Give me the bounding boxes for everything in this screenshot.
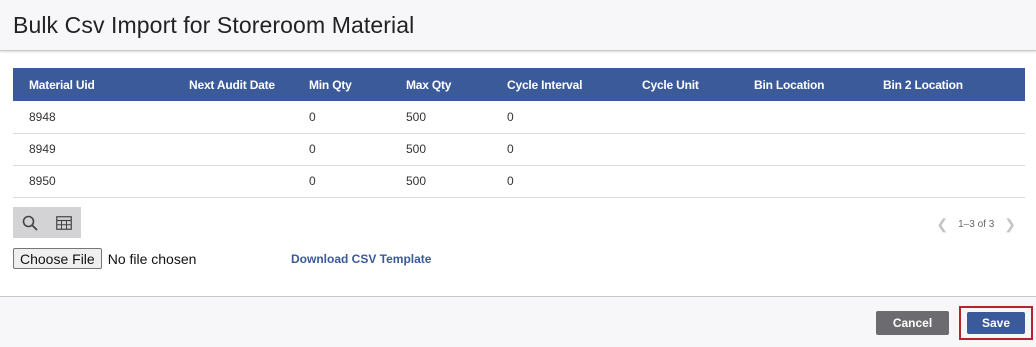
column-header[interactable]: Cycle Interval: [491, 68, 626, 101]
table-cell: [626, 101, 738, 133]
import-table: Material Uid Next Audit Date Min Qty Max…: [13, 68, 1025, 198]
chevron-left-icon[interactable]: ❮: [936, 216, 948, 233]
table-cell: [867, 101, 1025, 133]
table-cell: 500: [406, 142, 427, 156]
table-icon: [56, 215, 72, 230]
column-header[interactable]: Bin Location: [738, 68, 867, 101]
table-cell: [738, 133, 867, 165]
table-header-row: Material Uid Next Audit Date Min Qty Max…: [13, 68, 1025, 101]
table-cell: 8950: [29, 174, 56, 188]
column-header[interactable]: Bin 2 Location: [867, 68, 1025, 101]
table-cell: [867, 133, 1025, 165]
table-cell: 0: [507, 109, 514, 124]
table-row[interactable]: 8949 0 500 0: [13, 133, 1025, 165]
columns-button[interactable]: [47, 207, 81, 238]
download-csv-template-link[interactable]: Download CSV Template: [291, 252, 431, 266]
search-button[interactable]: [13, 207, 47, 238]
file-status: No file chosen: [107, 250, 197, 267]
save-button[interactable]: Save: [967, 312, 1025, 334]
table-cell: [173, 133, 293, 165]
chevron-right-icon[interactable]: ❯: [1004, 216, 1016, 233]
table-cell: 500: [406, 109, 427, 124]
table-cell: [738, 101, 867, 133]
table-cell: 0: [309, 142, 316, 156]
column-header[interactable]: Max Qty: [390, 68, 491, 101]
table-cell: 8949: [29, 142, 56, 156]
table-cell: 500: [406, 174, 427, 188]
dialog-footer: Cancel Save: [0, 296, 1036, 347]
table-cell: 8948: [29, 109, 56, 124]
table-cell: [867, 165, 1025, 197]
table-cell: 0: [507, 142, 514, 156]
table-cell: 0: [309, 109, 316, 124]
column-header[interactable]: Material Uid: [13, 68, 173, 101]
table-cell: [173, 101, 293, 133]
file-upload: Choose File No file chosen: [13, 248, 196, 269]
save-highlight: Save: [959, 306, 1033, 340]
table-row[interactable]: 8950 0 500 0: [13, 165, 1025, 197]
table-cell: [738, 165, 867, 197]
table-cell: 0: [507, 174, 514, 188]
search-icon: [22, 215, 38, 230]
page-header: Bulk Csv Import for Storeroom Material: [0, 0, 1036, 51]
pagination: ❮ 1–3 of 3 ❯: [936, 216, 1016, 233]
import-table-container: Material Uid Next Audit Date Min Qty Max…: [13, 68, 1025, 198]
cancel-button[interactable]: Cancel: [876, 311, 949, 335]
table-cell: 0: [309, 174, 316, 188]
table-cell: [626, 165, 738, 197]
column-header[interactable]: Next Audit Date: [173, 68, 293, 101]
table-cell: [626, 133, 738, 165]
column-header[interactable]: Cycle Unit: [626, 68, 738, 101]
table-row[interactable]: 8948 0 500 0: [13, 101, 1025, 133]
table-toolbar: [13, 207, 81, 238]
column-header[interactable]: Min Qty: [293, 68, 390, 101]
pagination-count: 1–3 of 3: [958, 219, 995, 230]
table-cell: [173, 165, 293, 197]
choose-file-button[interactable]: Choose File: [13, 248, 102, 269]
page-title: Bulk Csv Import for Storeroom Material: [13, 12, 415, 38]
